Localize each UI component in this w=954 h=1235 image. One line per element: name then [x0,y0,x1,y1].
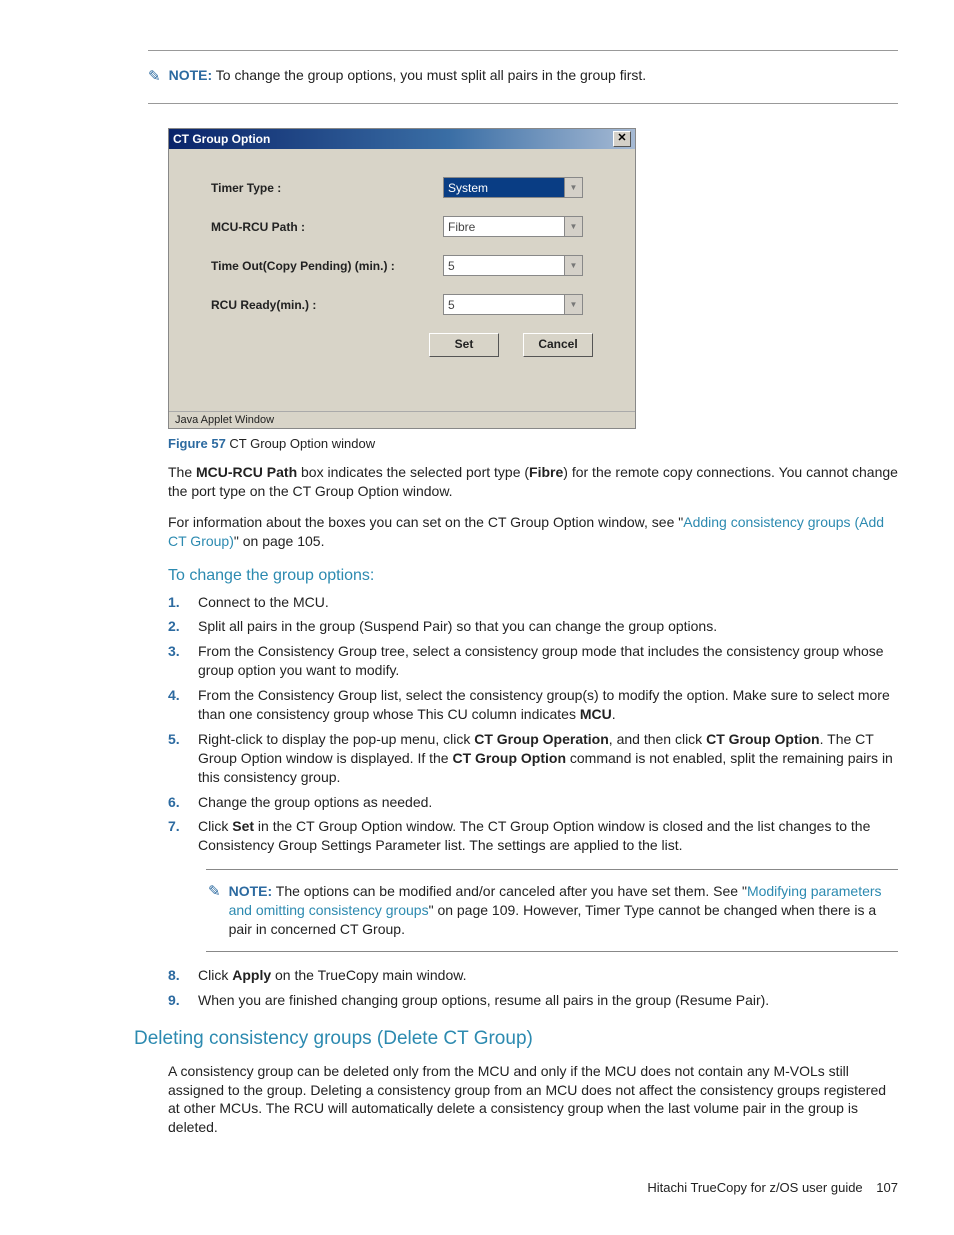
value-rcu-ready: 5 [448,298,455,312]
bold-set: Set [232,818,254,834]
note-icon: ✎ [148,67,161,87]
row-timer-type: Timer Type : System ▼ [211,177,593,198]
step-2: Split all pairs in the group (Suspend Pa… [190,617,898,636]
mid-rule [148,103,898,104]
step-5: Right-click to display the pop-up menu, … [190,730,898,787]
section-para: A consistency group can be deleted only … [168,1062,898,1138]
bold-mcu: MCU [580,706,612,722]
bold-ct-group-operation: CT Group Operation [474,731,609,747]
close-icon[interactable]: ✕ [613,131,631,147]
procedure-heading: To change the group options: [168,567,898,585]
document-page: ✎ NOTE: To change the group options, you… [0,0,954,1235]
note-text: To change the group options, you must sp… [216,67,646,83]
inline-note: ✎ NOTE: The options can be modified and/… [206,869,898,952]
bold-apply: Apply [232,967,271,983]
step-9: When you are finished changing group opt… [190,991,898,1010]
label-timeout: Time Out(Copy Pending) (min.) : [211,259,443,273]
footer-page-number: 107 [876,1180,898,1195]
bold-fibre: Fibre [529,464,563,480]
label-mcu-rcu-path: MCU-RCU Path : [211,220,443,234]
top-rule [148,50,898,51]
row-timeout: Time Out(Copy Pending) (min.) : 5 ▼ [211,255,593,276]
chevron-down-icon: ▼ [564,217,582,236]
field-mcu-rcu-path[interactable]: Fibre ▼ [443,216,583,237]
figure-label: Figure 57 [168,436,226,451]
step-4: From the Consistency Group list, select … [190,686,898,724]
para-mcu-rcu: The MCU-RCU Path box indicates the selec… [168,463,898,501]
para-info: For information about the boxes you can … [168,513,898,551]
field-timeout[interactable]: 5 ▼ [443,255,583,276]
step-6: Change the group options as needed. [190,793,898,812]
footer-doc-title: Hitachi TrueCopy for z/OS user guide [647,1180,862,1195]
field-rcu-ready[interactable]: 5 ▼ [443,294,583,315]
section-heading: Deleting consistency groups (Delete CT G… [134,1028,898,1050]
bold-ct-group-option: CT Group Option [706,731,820,747]
chevron-down-icon: ▼ [564,256,582,275]
value-mcu-rcu-path: Fibre [448,220,475,234]
chevron-down-icon: ▼ [564,295,582,314]
step-8: Click Apply on the TrueCopy main window. [190,966,898,985]
field-timer-type[interactable]: System ▼ [443,177,583,198]
step-3: From the Consistency Group tree, select … [190,642,898,680]
step-1: Connect to the MCU. [190,593,898,612]
row-mcu-rcu-path: MCU-RCU Path : Fibre ▼ [211,216,593,237]
label-timer-type: Timer Type : [211,181,443,195]
label-rcu-ready: RCU Ready(min.) : [211,298,443,312]
set-button[interactable]: Set [429,333,499,357]
value-timer-type: System [448,181,488,195]
row-rcu-ready: RCU Ready(min.) : 5 ▼ [211,294,593,315]
note-label: NOTE: [229,883,273,899]
chevron-down-icon: ▼ [564,178,582,197]
figure-container: CT Group Option ✕ Timer Type : System ▼ … [168,128,898,429]
note-label: NOTE: [169,67,213,83]
note-body: NOTE: To change the group options, you m… [169,67,647,83]
figure-caption: Figure 57 CT Group Option window [168,435,898,451]
procedure-list: Connect to the MCU. Split all pairs in t… [168,593,898,1010]
note-callout: ✎ NOTE: To change the group options, you… [148,67,898,87]
note-icon: ✎ [208,882,221,902]
dialog-statusbar: Java Applet Window [169,411,635,428]
dialog-titlebar: CT Group Option ✕ [169,129,635,149]
value-timeout: 5 [448,259,455,273]
step-7: Click Set in the CT Group Option window.… [190,817,898,951]
bold-ct-group-option-2: CT Group Option [452,750,566,766]
cancel-button[interactable]: Cancel [523,333,593,357]
dialog-button-row: Set Cancel [429,333,593,357]
figure-text: CT Group Option window [226,436,375,451]
dialog-body: Timer Type : System ▼ MCU-RCU Path : Fib… [169,149,635,375]
bold-mcu-rcu-path: MCU-RCU Path [196,464,297,480]
page-footer: Hitachi TrueCopy for z/OS user guide 107 [647,1180,898,1195]
dialog-title: CT Group Option [173,132,270,146]
inline-note-body: NOTE: The options can be modified and/or… [229,882,890,939]
ct-group-option-dialog: CT Group Option ✕ Timer Type : System ▼ … [168,128,636,429]
